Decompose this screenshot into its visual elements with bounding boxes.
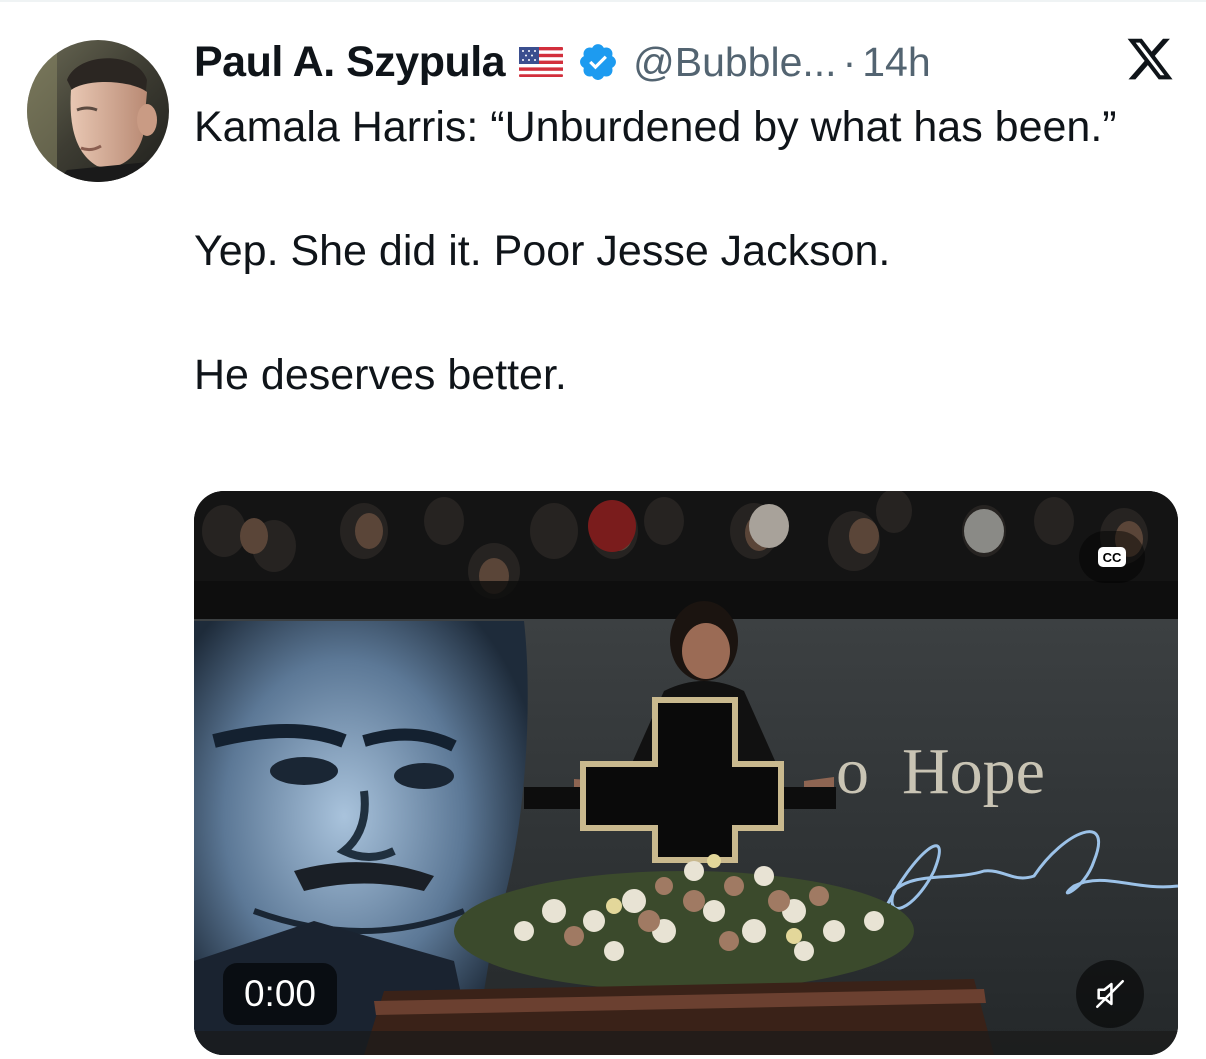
verified-badge-icon[interactable] <box>577 41 619 83</box>
mute-button[interactable] <box>1076 960 1144 1028</box>
tweet-header: Paul A. Szypula @Bubble... · 14h <box>194 34 931 90</box>
video-time: 0:00 <box>223 963 337 1025</box>
author-handle[interactable]: @Bubble... <box>633 39 836 86</box>
tweet-line: Kamala Harris: “Unburdened by what has b… <box>194 103 1117 151</box>
video-frame: o Hope <box>194 491 1178 1055</box>
meta-separator: · <box>842 38 857 85</box>
post-timestamp[interactable]: 14h <box>862 39 930 86</box>
video-player[interactable]: o Hope CC 0:00 <box>194 491 1178 1055</box>
cc-icon: CC <box>1098 547 1126 567</box>
speaker-muted-icon <box>1095 979 1125 1009</box>
top-divider <box>0 0 1206 2</box>
captions-button[interactable]: CC <box>1079 531 1145 583</box>
tweet-line: He deserves better. <box>194 351 567 399</box>
avatar-image <box>27 40 169 182</box>
x-logo-icon <box>1124 34 1176 84</box>
us-flag-icon <box>519 47 564 77</box>
avatar[interactable] <box>27 40 169 182</box>
backdrop-text: Hope <box>902 735 1045 808</box>
tweet-text: Kamala Harris: “Unburdened by what has b… <box>194 96 1154 406</box>
backdrop-text-partial: o <box>836 735 869 808</box>
author-display-name[interactable]: Paul A. Szypula <box>194 38 506 87</box>
tweet-line: Yep. She did it. Poor Jesse Jackson. <box>194 227 891 275</box>
